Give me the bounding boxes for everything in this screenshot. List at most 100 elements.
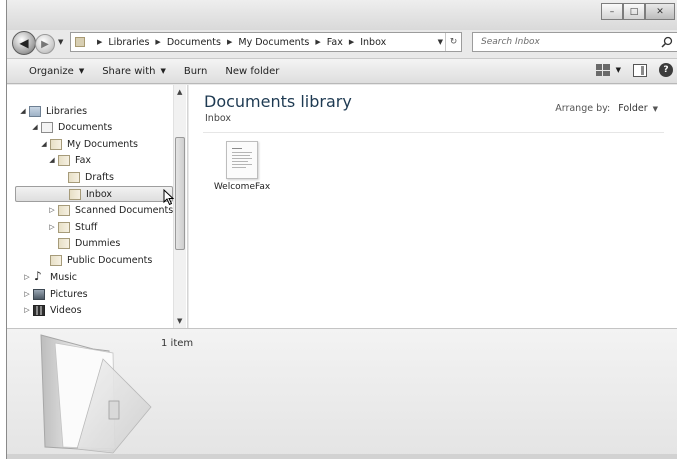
address-bar[interactable]: ▶ Libraries ▶ Documents ▶ My Documents ▶… — [70, 32, 462, 52]
tree-item-scanned-documents[interactable]: ▷ Scanned Documents — [48, 202, 173, 218]
tree-item-pictures[interactable]: ▷ Pictures — [23, 286, 88, 302]
tree-item-drafts[interactable]: Drafts — [58, 169, 114, 185]
refresh-icon[interactable]: ↻ — [445, 33, 461, 51]
chevron-down-icon: ▼ — [160, 67, 166, 75]
arrange-by-value[interactable]: Folder — [618, 103, 647, 114]
folder-icon — [69, 188, 81, 200]
tree-item-inbox[interactable]: Inbox — [15, 186, 173, 202]
collapsed-triangle-icon[interactable]: ▷ — [23, 306, 31, 314]
recent-pages-dropdown[interactable]: ▼ — [58, 38, 63, 46]
tree-item-label: Stuff — [75, 221, 98, 233]
new-folder-button[interactable]: New folder — [217, 66, 289, 77]
breadcrumb-my-documents[interactable]: My Documents — [238, 37, 309, 48]
burn-button[interactable]: Burn — [176, 66, 217, 77]
tree-item-label: Documents — [58, 121, 113, 133]
tree-item-dummies[interactable]: Dummies — [48, 235, 120, 251]
expanded-triangle-icon[interactable]: ◢ — [19, 107, 27, 115]
organize-button[interactable]: Organize ▼ — [7, 66, 94, 77]
collapsed-triangle-icon[interactable]: ▷ — [23, 290, 31, 298]
minimize-icon[interactable]: – — [601, 3, 623, 20]
scroll-down-icon[interactable]: ▼ — [177, 317, 182, 325]
library-subtitle: Inbox — [205, 113, 231, 124]
back-button[interactable]: ◀ — [12, 31, 36, 55]
breadcrumb-libraries[interactable]: Libraries — [108, 37, 149, 48]
scrollbar-thumb[interactable] — [175, 137, 185, 250]
collapsed-triangle-icon[interactable]: ▷ — [48, 206, 56, 214]
breadcrumb-inbox[interactable]: Inbox — [360, 37, 386, 48]
tree-item-libraries[interactable]: ◢ Libraries — [19, 103, 87, 119]
music-icon — [33, 269, 45, 283]
tree-item-label: Music — [50, 271, 78, 283]
tree-item-label: Libraries — [46, 105, 88, 117]
folder-icon — [40, 334, 152, 454]
chevron-right-icon[interactable]: ▶ — [155, 38, 160, 46]
folder-icon — [58, 204, 70, 216]
tree-item-label: Pictures — [50, 288, 88, 300]
item-count: 1 item — [161, 338, 194, 349]
mouse-pointer-icon — [163, 189, 175, 206]
search-box[interactable] — [472, 32, 677, 52]
scroll-up-icon[interactable]: ▲ — [177, 88, 182, 96]
tree-item-label: My Documents — [67, 138, 139, 150]
chevron-right-icon[interactable]: ▶ — [315, 38, 320, 46]
expanded-triangle-icon[interactable]: ◢ — [31, 123, 39, 131]
breadcrumb-documents[interactable]: Documents — [167, 37, 221, 48]
chevron-down-icon: ▼ — [78, 67, 85, 75]
breadcrumb: ▶ Libraries ▶ Documents ▶ My Documents ▶… — [91, 37, 386, 48]
navigation-scrollbar[interactable]: ▲ ▼ — [173, 85, 186, 328]
collapsed-triangle-icon[interactable]: ▷ — [23, 273, 31, 281]
arrange-by-label: Arrange by: — [555, 103, 611, 114]
documents-library-icon — [41, 121, 53, 133]
collapsed-triangle-icon[interactable]: ▷ — [48, 223, 56, 231]
preview-pane-icon[interactable] — [633, 63, 647, 77]
title-bar: – □ ✕ — [7, 0, 677, 30]
tree-item-label: Dummies — [75, 237, 121, 249]
tree-item-music[interactable]: ▷ Music — [23, 269, 77, 285]
caption-buttons: – □ ✕ — [601, 3, 675, 20]
share-with-button[interactable]: Share with ▼ — [94, 66, 176, 77]
tree-item-documents[interactable]: ◢ Documents — [31, 119, 112, 135]
address-row: ◀ ▶ ▼ ▶ Libraries ▶ Documents ▶ My Docum… — [7, 30, 677, 56]
address-history-dropdown[interactable]: ▼ — [438, 38, 443, 46]
pictures-icon — [33, 288, 45, 300]
status-strip — [7, 454, 677, 459]
forward-button[interactable]: ▶ — [35, 34, 55, 54]
chevron-right-icon[interactable]: ▶ — [227, 38, 232, 46]
file-item[interactable]: WelcomeFax — [209, 141, 275, 192]
tree-item-my-documents[interactable]: ◢ My Documents — [40, 136, 138, 152]
videos-icon — [33, 304, 45, 316]
tree-item-fax[interactable]: ◢ Fax — [48, 152, 91, 168]
search-input[interactable] — [481, 37, 651, 47]
folder-icon — [58, 154, 70, 166]
maximize-icon[interactable]: □ — [623, 3, 645, 20]
tree-item-label: Videos — [50, 304, 82, 316]
folder-icon — [68, 171, 80, 183]
change-view-icon[interactable] — [595, 64, 610, 76]
expanded-triangle-icon[interactable]: ◢ — [48, 156, 56, 164]
arrange-by-control[interactable]: Arrange by: Folder ▼ — [555, 103, 658, 114]
fax-document-icon — [226, 141, 258, 179]
help-icon[interactable]: ? — [659, 63, 673, 77]
close-icon[interactable]: ✕ — [645, 3, 675, 20]
expanded-triangle-icon[interactable]: ◢ — [40, 140, 48, 148]
view-options-chevron-icon[interactable]: ▼ — [616, 66, 621, 74]
tree-item-public-documents[interactable]: Public Documents — [40, 252, 152, 268]
chevron-right-icon[interactable]: ▶ — [97, 38, 102, 46]
chevron-down-icon[interactable]: ▼ — [653, 105, 658, 113]
tree-item-videos[interactable]: ▷ Videos — [23, 302, 82, 318]
breadcrumb-fax[interactable]: Fax — [327, 37, 343, 48]
tree-item-label: Inbox — [86, 188, 112, 200]
folder-icon — [75, 37, 85, 47]
organize-label: Organize — [29, 65, 74, 77]
file-list-pane[interactable]: Documents library Inbox Arrange by: Fold… — [189, 85, 677, 328]
libraries-icon — [29, 105, 41, 117]
search-icon[interactable] — [661, 36, 673, 48]
folder-icon — [58, 221, 70, 233]
tree-item-label: Fax — [75, 154, 92, 166]
details-pane: 1 item — [7, 328, 677, 459]
tree-item-label: Public Documents — [67, 254, 153, 266]
tree-item-stuff[interactable]: ▷ Stuff — [48, 219, 97, 235]
share-with-label: Share with — [102, 65, 156, 77]
tree-item-label: Scanned Documents — [75, 204, 174, 216]
chevron-right-icon[interactable]: ▶ — [349, 38, 354, 46]
